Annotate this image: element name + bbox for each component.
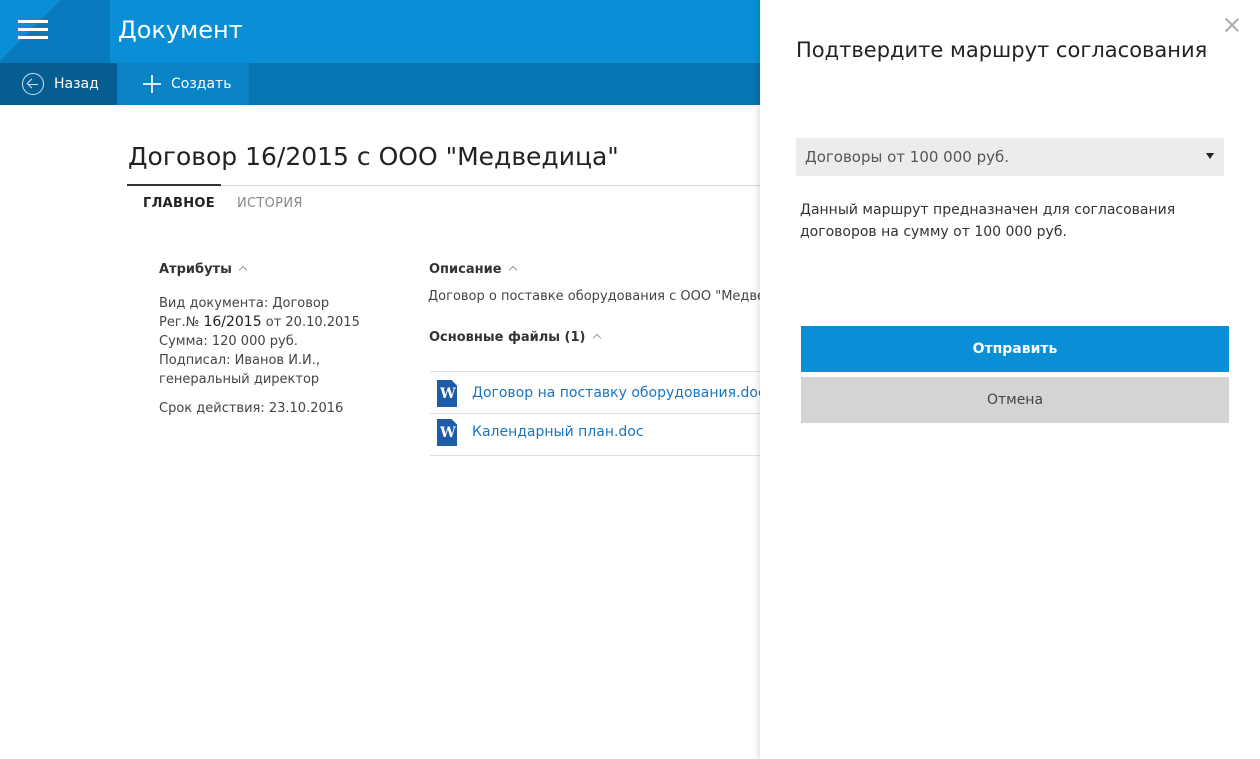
description-text: Договор о поставке оборудования с ООО "М… (428, 289, 760, 304)
attr-sum: Сумма: 120 000 руб. (159, 334, 298, 349)
hamburger-menu-icon[interactable] (18, 20, 48, 40)
back-button[interactable]: Назад (0, 63, 117, 105)
collapse-caret-icon (592, 333, 601, 343)
send-button[interactable]: Отправить (801, 326, 1229, 372)
back-arrow-icon (22, 73, 44, 95)
files-heading-label: Основные файлы (1) (429, 330, 586, 345)
tab-history[interactable]: ИСТОРИЯ (237, 196, 303, 211)
cancel-button[interactable]: Отмена (801, 377, 1229, 423)
attr-valid-until: Срок действия: 23.10.2016 (159, 401, 344, 416)
attr-reg-number: Рег.№ 16/2015 от 20.10.2015 (159, 313, 360, 332)
word-icon: W (437, 418, 457, 446)
file-item[interactable]: W Договор на поставку оборудования.doc (437, 379, 760, 407)
attr-doc-type: Вид документа: Договор (159, 296, 330, 311)
panel-title: Подтвердите маршрут согласования (796, 38, 1208, 62)
dropdown-arrow-icon (1206, 153, 1214, 159)
files-divider (430, 371, 760, 372)
file-item[interactable]: W Календарный план.doc (437, 418, 760, 446)
route-select[interactable]: Договоры от 100 000 руб. (796, 138, 1224, 176)
create-button[interactable]: Создать (117, 63, 249, 105)
plus-icon (143, 75, 161, 93)
files-divider (430, 455, 760, 456)
collapse-caret-icon (508, 265, 517, 275)
word-icon: W (437, 379, 457, 407)
route-description: Данный маршрут предназначен для согласов… (800, 202, 1176, 240)
attr-reg-date: от 20.10.2015 (261, 315, 360, 330)
files-divider (430, 413, 760, 414)
attr-signed-by: Подписал: Иванов И.И., (159, 353, 321, 368)
create-button-label: Создать (171, 76, 232, 92)
file-link[interactable]: Календарный план.doc (472, 424, 644, 440)
attributes-heading[interactable]: Атрибуты (159, 262, 248, 277)
header-decoration (0, 0, 110, 63)
document-title: Договор 16/2015 с ООО "Медведица" (128, 142, 619, 171)
description-heading-label: Описание (429, 262, 502, 277)
attr-reg-number-value: 16/2015 (203, 314, 262, 330)
collapse-caret-icon (238, 265, 248, 275)
file-link[interactable]: Договор на поставку оборудования.doc (472, 385, 760, 401)
files-heading[interactable]: Основные файлы (1) (429, 330, 601, 345)
attr-reg-prefix: Рег.№ (159, 315, 204, 330)
tab-main[interactable]: ГЛАВНОЕ (143, 196, 215, 211)
back-button-label: Назад (54, 76, 99, 92)
active-tab-indicator (127, 184, 221, 186)
attr-signed-position: генеральный директор (159, 372, 320, 387)
description-heading[interactable]: Описание (429, 262, 517, 277)
tabs-divider (127, 185, 760, 186)
route-select-value: Договоры от 100 000 руб. (805, 148, 1010, 166)
close-icon[interactable] (1225, 18, 1239, 32)
app-title: Документ (118, 16, 243, 44)
attributes-heading-label: Атрибуты (159, 262, 232, 277)
